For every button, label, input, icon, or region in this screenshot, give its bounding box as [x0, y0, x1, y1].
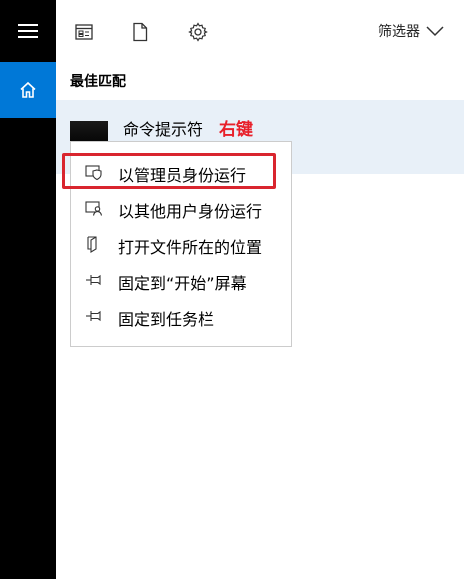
menu-button[interactable]: [0, 0, 56, 62]
best-match-heading: 最佳匹配: [70, 74, 126, 90]
user-switch-icon: [85, 199, 103, 217]
menu-item-label: 固定到任务栏: [118, 310, 215, 329]
top-toolbar: 筛选器: [56, 0, 464, 62]
menu-item-run-as-other-user[interactable]: 以其他用户身份运行: [71, 190, 291, 226]
settings-button[interactable]: [186, 20, 210, 44]
menu-item-run-as-admin[interactable]: 以管理员身份运行: [71, 154, 291, 190]
home-icon: [20, 81, 36, 98]
best-match-app-name: 命令提示符: [123, 120, 204, 139]
apps-icon: [75, 24, 93, 40]
shield-icon: [85, 163, 103, 181]
search-panel: 筛选器 最佳匹配 命令提示符 右键 以管理员身份运行 以其他用户身份运行 打开文…: [0, 0, 464, 579]
menu-item-label: 以管理员身份运行: [118, 166, 247, 185]
pin-icon: [85, 307, 103, 325]
filter-dropdown[interactable]: 筛选器: [378, 21, 444, 41]
chevron-down-icon: [426, 25, 444, 37]
folder-open-icon: [85, 235, 103, 253]
document-icon: [133, 22, 148, 42]
menu-item-pin-to-start[interactable]: 固定到“开始”屏幕: [71, 262, 291, 298]
right-click-annotation: 右键: [219, 120, 253, 140]
home-button[interactable]: [0, 62, 56, 118]
menu-item-label: 固定到“开始”屏幕: [118, 274, 247, 293]
left-rail: [0, 0, 56, 579]
filter-label: 筛选器: [378, 24, 420, 40]
apps-button[interactable]: [72, 20, 96, 44]
menu-item-pin-to-taskbar[interactable]: 固定到任务栏: [71, 298, 291, 334]
context-menu: 以管理员身份运行 以其他用户身份运行 打开文件所在的位置 固定到“开始”屏幕 固…: [70, 141, 292, 347]
pin-icon: [85, 271, 103, 289]
documents-button[interactable]: [128, 20, 152, 44]
menu-item-open-file-location[interactable]: 打开文件所在的位置: [71, 226, 291, 262]
menu-item-label: 打开文件所在的位置: [118, 238, 263, 257]
gear-icon: [188, 22, 208, 42]
menu-item-label: 以其他用户身份运行: [118, 202, 263, 221]
hamburger-icon: [18, 24, 38, 38]
